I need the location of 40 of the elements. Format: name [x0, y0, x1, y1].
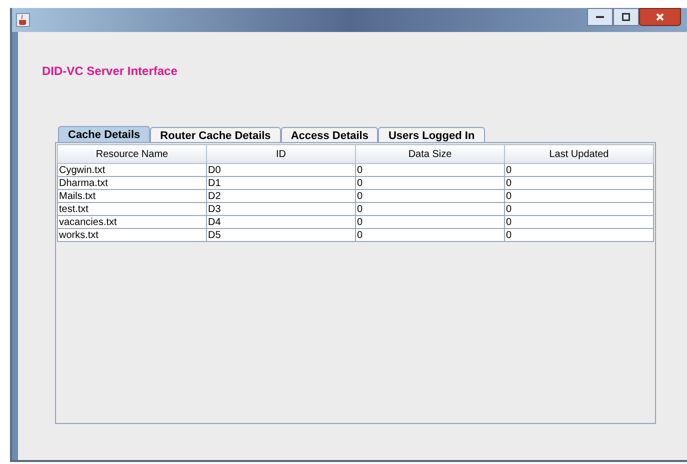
table-cell: works.txt — [58, 228, 206, 242]
maximize-button[interactable] — [613, 8, 639, 26]
table-cell: 0 — [356, 176, 504, 190]
table-cell: 0 — [504, 190, 654, 202]
column-header[interactable]: Data Size — [356, 144, 504, 164]
table-cell: 0 — [356, 202, 504, 216]
table-cell: 0 — [504, 228, 654, 242]
table-cell: D2 — [206, 190, 356, 202]
table-cell: 0 — [356, 228, 504, 242]
maximize-icon — [622, 13, 630, 21]
table-cell: D4 — [206, 216, 356, 228]
table-cell: D0 — [206, 164, 356, 176]
close-button[interactable] — [639, 8, 681, 26]
table-cell: vacancies.txt — [58, 216, 206, 228]
app-heading: DID-VC Server Interface — [42, 63, 178, 80]
table-cell: Mails.txt — [58, 190, 206, 202]
table-cell: D5 — [206, 228, 356, 242]
table-cell: D3 — [206, 202, 356, 216]
table-cell: Dharma.txt — [58, 176, 206, 190]
tab[interactable]: Access Details — [280, 127, 378, 142]
column-header[interactable]: Resource Name — [58, 144, 206, 164]
close-icon — [656, 13, 664, 21]
table-cell: Cygwin.txt — [58, 164, 206, 176]
minimize-button[interactable] — [587, 8, 613, 26]
table-cell: 0 — [504, 176, 654, 190]
tab[interactable]: Router Cache Details — [150, 127, 281, 142]
coffee-cup-icon — [16, 13, 30, 27]
table-cell: 0 — [356, 164, 504, 176]
tab[interactable]: Cache Details — [58, 126, 150, 142]
column-header[interactable]: Last Updated — [504, 144, 654, 164]
minimize-icon — [596, 16, 604, 18]
table-cell: 0 — [356, 190, 504, 202]
table-cell: 0 — [504, 202, 654, 216]
table-cell: test.txt — [58, 202, 206, 216]
tab[interactable]: Users Logged In — [378, 127, 485, 142]
table-cell: 0 — [504, 216, 654, 228]
table-cell: 0 — [504, 164, 654, 176]
table-cell: 0 — [356, 216, 504, 228]
table-cell: D1 — [206, 176, 356, 190]
column-header[interactable]: ID — [206, 144, 356, 164]
